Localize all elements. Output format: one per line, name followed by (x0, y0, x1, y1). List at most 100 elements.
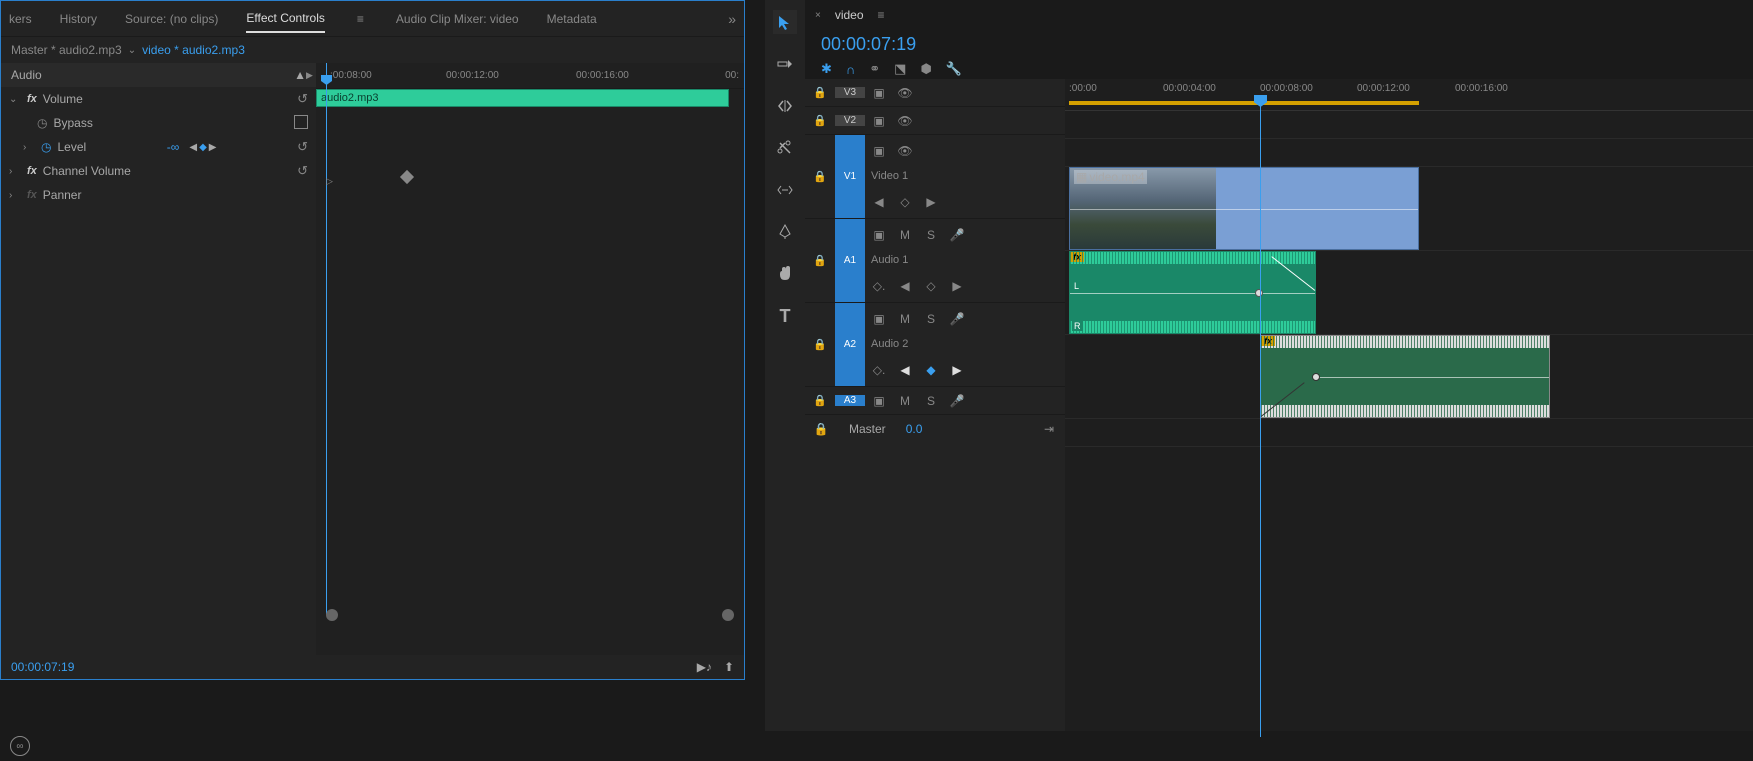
creative-cloud-icon[interactable]: ∞ (10, 736, 30, 756)
timeline-timecode[interactable]: 00:00:07:19 (821, 34, 916, 54)
mute-icon[interactable]: M (897, 394, 913, 408)
lock-icon[interactable]: 🔒 (813, 422, 829, 436)
eye-icon[interactable]: 👁 (897, 86, 913, 100)
expand-icon[interactable]: ⇥ (1041, 422, 1057, 436)
next-kf-icon[interactable]: ▶ (923, 195, 939, 209)
solo-icon[interactable]: S (923, 312, 939, 326)
ec-clip-bar[interactable]: audio2.mp3 (316, 89, 729, 107)
tab-menu-icon[interactable]: ≡ (878, 8, 885, 22)
keyframe-dot[interactable] (1255, 289, 1263, 297)
panner-row[interactable]: › fx Panner (1, 183, 316, 207)
master-value[interactable]: 0.0 (906, 422, 923, 436)
a3-lane[interactable] (1065, 419, 1753, 447)
fx-icon[interactable]: fx (27, 165, 37, 177)
level-value[interactable]: -∞ (167, 140, 180, 154)
ec-timecode[interactable]: 00:00:07:19 (11, 660, 74, 674)
prev-kf-icon[interactable]: ◀ (897, 363, 913, 377)
razor-tool[interactable] (773, 136, 797, 160)
master-label[interactable]: Master * audio2.mp3 (11, 43, 122, 57)
ec-ruler[interactable]: ▶ :00:08:00 00:00:12:00 00:00:16:00 00: (316, 63, 744, 89)
mic-icon[interactable]: 🎤 (949, 312, 965, 326)
chevron-down-icon[interactable]: ⌄ (9, 94, 21, 105)
tab-source[interactable]: Source: (no clips) (125, 6, 218, 32)
ripple-edit-tool[interactable] (773, 94, 797, 118)
toggle-output-icon[interactable]: ▣ (871, 228, 887, 242)
v2-lane[interactable] (1065, 139, 1753, 167)
kf-icon[interactable]: ◇ (923, 279, 939, 293)
tab-history[interactable]: History (60, 6, 97, 32)
selection-tool[interactable] (773, 10, 797, 34)
work-area-bar[interactable] (1069, 101, 1419, 105)
bypass-checkbox[interactable] (294, 115, 308, 129)
track-a1-label[interactable]: A1 (835, 219, 865, 302)
kf-mode-icon[interactable]: ◇. (871, 279, 887, 293)
toggle-output-icon[interactable]: ▣ (871, 394, 887, 408)
volume-row[interactable]: ⌄ fx Volume ↺ (1, 87, 316, 111)
chevron-right-icon[interactable]: › (23, 142, 35, 153)
reset-icon[interactable]: ↺ (297, 163, 308, 179)
mute-icon[interactable]: M (897, 228, 913, 242)
timeline-ruler[interactable]: :00:00 00:00:04:00 00:00:08:00 00:00:12:… (1065, 79, 1753, 111)
kf-handle-icon[interactable]: ▷ (326, 176, 333, 187)
stopwatch-active-icon[interactable]: ◷ (41, 140, 51, 154)
play-only-icon[interactable]: ▶♪ (697, 660, 712, 674)
v1-lane[interactable]: ▦video.mp4 (1065, 167, 1753, 251)
mic-icon[interactable]: 🎤 (949, 228, 965, 242)
toggle-output-icon[interactable]: ▣ (871, 144, 887, 158)
toggle-output-icon[interactable]: ▣ (871, 114, 887, 128)
snap-icon[interactable]: ∩ (846, 62, 855, 77)
insert-icon[interactable]: ✱ (821, 61, 832, 77)
slip-tool[interactable] (773, 178, 797, 202)
lock-icon[interactable]: 🔒 (805, 303, 835, 386)
eye-icon[interactable]: 👁 (897, 144, 913, 158)
timeline-playhead[interactable] (1260, 95, 1261, 737)
a1-lane[interactable]: fx L R (1065, 251, 1753, 335)
channel-volume-row[interactable]: › fx Channel Volume ↺ (1, 159, 316, 183)
toggle-output-icon[interactable]: ▣ (871, 86, 887, 100)
sequence-tab[interactable]: video (827, 4, 872, 26)
kf-mode-icon[interactable]: ◇. (871, 363, 887, 377)
next-kf-icon[interactable]: ▶ (949, 363, 965, 377)
solo-icon[interactable]: S (923, 394, 939, 408)
type-tool[interactable]: T (773, 304, 797, 328)
pen-tool[interactable] (773, 220, 797, 244)
play-icon[interactable]: ▶ (306, 70, 313, 81)
marker-icon[interactable]: ⬔ (894, 61, 906, 77)
close-tab-icon[interactable]: × (815, 10, 821, 21)
level-row[interactable]: › ◷ Level -∞ ◀ ◆ ▶ ↺ (1, 135, 316, 159)
track-a2-label[interactable]: A2 (835, 303, 865, 386)
scrub-handle-left[interactable] (326, 609, 338, 621)
lock-icon[interactable]: 🔒 (805, 219, 835, 302)
audio-clip-a1[interactable]: fx L R (1069, 251, 1316, 334)
collapse-icon[interactable]: ▲ (294, 68, 306, 82)
chevron-right-icon[interactable]: › (9, 166, 21, 177)
bypass-row[interactable]: ◷ Bypass (1, 111, 316, 135)
lock-icon[interactable]: 🔒 (805, 114, 835, 127)
timeline-content[interactable]: :00:00 00:00:04:00 00:00:08:00 00:00:12:… (1065, 79, 1753, 737)
tab-effect-controls[interactable]: Effect Controls (246, 5, 324, 33)
audio-section[interactable]: Audio ▲ (1, 63, 316, 87)
wrench-icon[interactable]: 🔧 (946, 61, 962, 77)
track-select-tool[interactable] (773, 52, 797, 76)
ec-timeline[interactable]: ▶ :00:08:00 00:00:12:00 00:00:16:00 00: … (316, 63, 744, 655)
prev-kf-icon[interactable]: ◀ (897, 279, 913, 293)
shield-icon[interactable]: ⬢ (920, 61, 931, 77)
volume-rubber-band[interactable] (1316, 377, 1549, 378)
ec-playhead[interactable] (326, 63, 327, 615)
track-a3-label[interactable]: A3 (835, 395, 865, 406)
video-clip[interactable]: ▦video.mp4 (1069, 167, 1419, 250)
prev-kf-icon[interactable]: ◀ (871, 195, 887, 209)
export-icon[interactable]: ⬆ (724, 660, 734, 674)
track-v1-label[interactable]: V1 (835, 135, 865, 218)
volume-rubber-band[interactable] (1070, 293, 1315, 294)
kf-icon[interactable]: ◆ (923, 363, 939, 377)
ec-zoom-scrubber[interactable] (316, 605, 744, 625)
a2-lane[interactable]: fx (1065, 335, 1753, 419)
stopwatch-icon[interactable]: ◷ (37, 116, 47, 130)
panel-menu-icon[interactable]: ≡ (353, 12, 368, 26)
scrub-handle-right[interactable] (722, 609, 734, 621)
mic-icon[interactable]: 🎤 (949, 394, 965, 408)
add-keyframe-icon[interactable]: ◆ (199, 142, 207, 153)
lock-icon[interactable]: 🔒 (805, 135, 835, 218)
chevron-right-icon[interactable]: › (9, 190, 21, 201)
